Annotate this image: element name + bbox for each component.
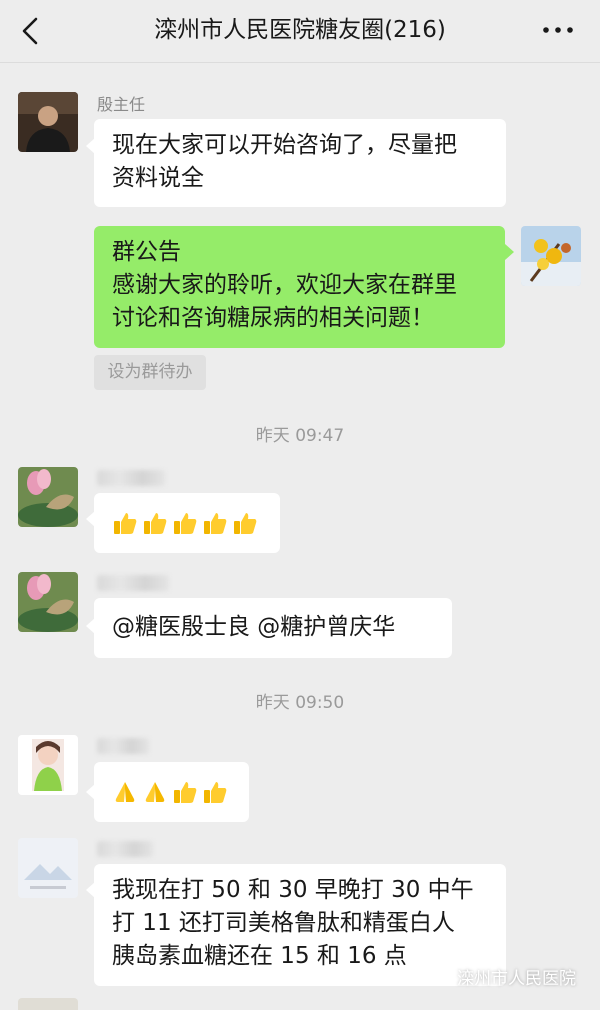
avatar[interactable] [18,735,78,795]
avatar[interactable] [18,572,78,632]
message-bubble[interactable] [94,762,249,822]
chat-title: 滦州市人民医院糖友圈(216) [154,17,446,43]
pray-icon [115,781,135,802]
message-bubble[interactable] [94,493,280,553]
blurred-sender-name [97,841,153,857]
message-bubble[interactable]: @糖医殷士良 @糖护曾庆华 [94,598,452,658]
avatar[interactable] [18,838,78,898]
avatar[interactable] [18,467,78,527]
thumbs-up-icon [204,781,227,803]
message-bubble[interactable]: 现在大家可以开始咨询了，尽量把 资料说全 [94,119,506,207]
watermark-text: 滦州市人民医院 [457,969,576,989]
timestamp: 昨天 09:47 [255,426,345,446]
avatar[interactable] [521,226,581,286]
set-as-todo-button[interactable]: 设为群待办 [94,355,206,390]
blurred-sender-name [97,738,149,754]
blurred-sender-name [97,575,169,591]
emoji-row [112,506,262,539]
more-icon[interactable] [540,15,576,45]
thumbs-up-icon [204,512,227,534]
thumbs-up-icon [174,512,197,534]
thumbs-up-icon [174,781,197,803]
emoji-row [112,775,231,808]
thumbs-up-icon [234,512,257,534]
avatar[interactable] [18,92,78,152]
announcement-bubble[interactable]: 群公告 感谢大家的聆听，欢迎大家在群里 讨论和咨询糖尿病的相关问题！ [94,226,505,348]
blurred-sender-name [97,470,165,486]
wechat-icon [427,967,451,985]
sender-name: 殷主任 [97,95,146,114]
thumbs-up-icon [144,512,167,534]
back-icon[interactable] [14,13,50,49]
thumbs-up-icon [114,512,137,534]
timestamp: 昨天 09:50 [255,693,345,713]
watermark: 滦州市人民医院 [427,964,576,989]
avatar [18,998,78,1010]
chat-header: 滦州市人民医院糖友圈(216) [0,0,600,63]
pray-icon [145,781,165,802]
